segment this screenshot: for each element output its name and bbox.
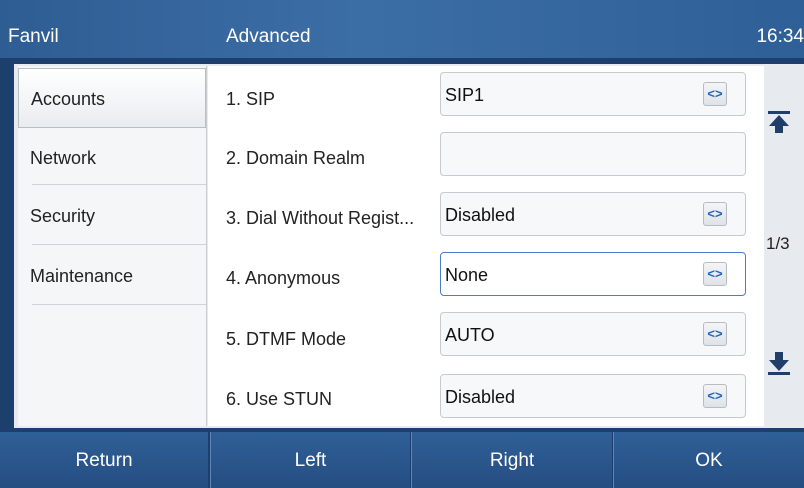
brand-label: Fanvil bbox=[8, 26, 59, 47]
sidebar-item-accounts[interactable]: Accounts bbox=[18, 68, 206, 128]
sidebar-item-label: Security bbox=[30, 206, 96, 226]
setting-label-anonymous: 4. Anonymous bbox=[226, 268, 341, 288]
anonymous-select[interactable]: None <> bbox=[440, 252, 746, 296]
scroll-to-bottom-icon[interactable] bbox=[765, 350, 793, 378]
divider bbox=[32, 184, 206, 185]
setting-label-dtmf-mode: 5. DTMF Mode bbox=[226, 329, 347, 349]
category-sidebar: Accounts Network Security Maintenance bbox=[18, 66, 207, 426]
dial-without-register-select[interactable]: Disabled <> bbox=[440, 192, 746, 236]
select-arrows-icon[interactable]: <> bbox=[703, 322, 727, 346]
right-button[interactable]: Right bbox=[411, 432, 612, 488]
sip-select[interactable]: SIP1 <> bbox=[440, 72, 746, 116]
setting-label-use-stun: 6. Use STUN bbox=[226, 389, 333, 409]
select-arrows-icon[interactable]: <> bbox=[703, 82, 727, 106]
use-stun-select[interactable]: Disabled <> bbox=[440, 374, 746, 418]
select-arrows-icon[interactable]: <> bbox=[703, 262, 727, 286]
dtmf-mode-select[interactable]: AUTO <> bbox=[440, 312, 746, 356]
return-button[interactable]: Return bbox=[0, 432, 208, 488]
setting-label-sip: 1. SIP bbox=[226, 89, 276, 109]
setting-label-dial-without-register: 3. Dial Without Regist... bbox=[226, 208, 415, 228]
setting-label-domain-realm: 2. Domain Realm bbox=[226, 148, 366, 168]
select-arrows-icon[interactable]: <> bbox=[703, 384, 727, 408]
divider bbox=[32, 304, 206, 305]
clock: 16:34 bbox=[756, 26, 804, 47]
sidebar-item-network[interactable]: Network bbox=[18, 128, 206, 188]
settings-panel bbox=[208, 66, 764, 426]
field-value: Disabled bbox=[445, 387, 516, 407]
sidebar-item-maintenance[interactable]: Maintenance bbox=[18, 246, 206, 306]
scroll-to-top-icon[interactable] bbox=[765, 108, 793, 136]
page-title: Advanced bbox=[226, 26, 311, 47]
page-indicator: 1/3 bbox=[766, 234, 790, 253]
sidebar-item-label: Network bbox=[30, 148, 97, 168]
divider bbox=[32, 244, 206, 245]
domain-realm-input[interactable] bbox=[440, 132, 746, 176]
left-button[interactable]: Left bbox=[210, 432, 410, 488]
status-bar: Fanvil Advanced 16:34 bbox=[0, 0, 804, 58]
field-value: Disabled bbox=[445, 205, 516, 225]
field-value: AUTO bbox=[445, 325, 495, 345]
sidebar-item-label: Accounts bbox=[31, 89, 106, 109]
field-value: SIP1 bbox=[445, 85, 485, 105]
field-value: None bbox=[445, 265, 489, 285]
sidebar-item-security[interactable]: Security bbox=[18, 186, 206, 246]
ok-button[interactable]: OK bbox=[613, 432, 804, 488]
phone-screen: Fanvil Advanced 16:34 Accounts Network S… bbox=[0, 0, 804, 488]
select-arrows-icon[interactable]: <> bbox=[703, 202, 727, 226]
sidebar-item-label: Maintenance bbox=[30, 266, 134, 286]
